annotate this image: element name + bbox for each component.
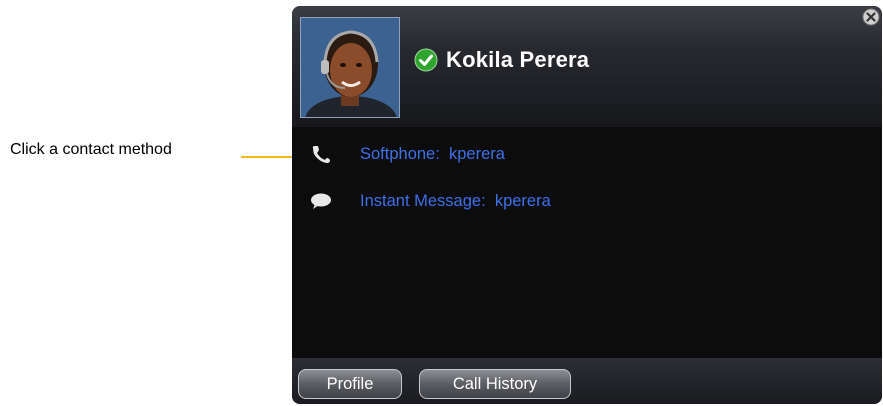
contact-card: Kokila Perera Softphone: kperera Instant… (292, 6, 882, 404)
contact-name: Kokila Perera (446, 47, 590, 72)
available-status-icon (414, 48, 438, 72)
callout-line (241, 156, 297, 158)
callout-label: Click a contact method (10, 141, 172, 158)
instant-message-method[interactable]: Instant Message: kperera (310, 190, 551, 212)
card-header: Kokila Perera (292, 6, 882, 127)
phone-icon (312, 146, 330, 163)
name-row: Kokila Perera (414, 47, 589, 73)
call-history-button[interactable]: Call History (419, 369, 571, 399)
profile-button[interactable]: Profile (298, 369, 402, 399)
instant-message-link[interactable]: Instant Message: kperera (360, 192, 551, 211)
avatar (300, 17, 400, 118)
close-icon[interactable] (862, 8, 880, 26)
softphone-link[interactable]: Softphone: kperera (360, 145, 505, 164)
speech-bubble-icon (311, 193, 331, 209)
card-footer: Profile Call History (292, 358, 882, 404)
softphone-method[interactable]: Softphone: kperera (310, 143, 505, 165)
